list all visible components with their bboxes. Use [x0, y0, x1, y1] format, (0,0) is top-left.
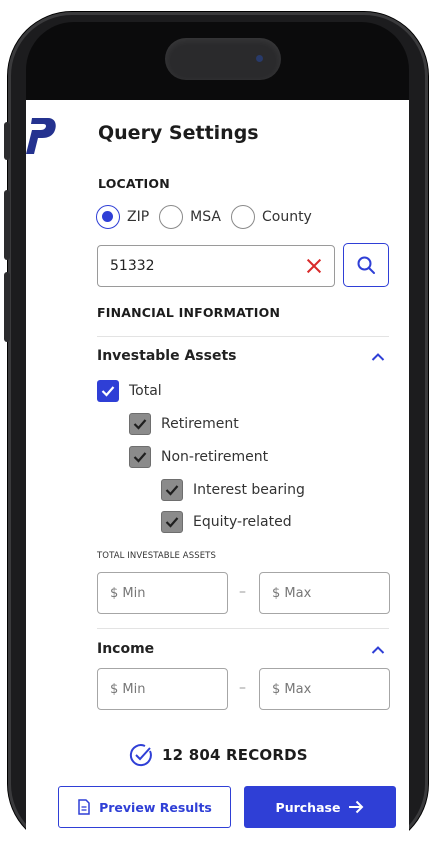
- range-separator: –: [239, 584, 246, 600]
- checkbox-non-retirement-box[interactable]: [129, 446, 151, 468]
- assets-min-field[interactable]: [110, 585, 215, 601]
- income-min-input[interactable]: [97, 668, 228, 710]
- document-icon: [78, 799, 90, 815]
- chevron-up-icon[interactable]: [371, 352, 385, 362]
- phone-volume-down-button: [4, 272, 10, 342]
- checkbox-interest-bearing-box[interactable]: [161, 479, 183, 501]
- search-button[interactable]: [343, 243, 389, 287]
- phone-side-button: [4, 122, 10, 160]
- page-title: Query Settings: [98, 122, 259, 144]
- preview-results-button[interactable]: Preview Results: [58, 786, 231, 828]
- checkbox-equity-related[interactable]: Equity-related: [161, 511, 292, 533]
- income-max-input[interactable]: [259, 668, 390, 710]
- investable-assets-title[interactable]: Investable Assets: [97, 348, 236, 364]
- phone-volume-up-button: [4, 190, 10, 260]
- check-icon: [133, 419, 147, 430]
- check-icon: [165, 517, 179, 528]
- check-icon: [133, 452, 147, 463]
- checkbox-total-label: Total: [129, 383, 162, 399]
- total-investable-assets-label: TOTAL INVESTABLE ASSETS: [97, 551, 216, 561]
- zip-input-value[interactable]: 51332: [110, 258, 306, 274]
- location-label: LOCATION: [98, 176, 170, 191]
- checkbox-non-retirement-label: Non-retirement: [161, 449, 269, 465]
- divider: [97, 336, 389, 337]
- dynamic-island: [165, 38, 281, 80]
- income-max-field[interactable]: [272, 681, 377, 697]
- checkbox-equity-related-label: Equity-related: [193, 514, 292, 530]
- assets-max-input[interactable]: [259, 572, 390, 614]
- income-min-field[interactable]: [110, 681, 215, 697]
- check-circle-icon: [129, 744, 152, 767]
- radio-county-circle[interactable]: [230, 205, 255, 229]
- records-count: 12 804 RECORDS: [162, 746, 308, 764]
- checkbox-total[interactable]: Total: [97, 380, 162, 402]
- purchase-label: Purchase: [275, 799, 341, 815]
- range-separator: –: [239, 680, 246, 696]
- financial-information-label: FINANCIAL INFORMATION: [97, 305, 281, 320]
- checkbox-interest-bearing[interactable]: Interest bearing: [161, 479, 305, 501]
- check-icon: [101, 386, 115, 397]
- radio-zip-label: ZIP: [127, 209, 150, 225]
- radio-msa-circle[interactable]: [159, 205, 184, 229]
- camera-icon: [256, 55, 263, 62]
- radio-msa-label: MSA: [190, 209, 221, 225]
- preview-results-label: Preview Results: [99, 799, 212, 815]
- checkbox-retirement-label: Retirement: [161, 416, 239, 432]
- assets-min-input[interactable]: [97, 572, 228, 614]
- checkbox-non-retirement[interactable]: Non-retirement: [129, 446, 268, 468]
- arrow-right-icon: [349, 800, 364, 814]
- checkbox-interest-bearing-label: Interest bearing: [193, 482, 305, 498]
- logo-icon: [26, 118, 56, 154]
- chevron-up-icon[interactable]: [371, 645, 385, 655]
- records-summary: 12 804 RECORDS: [128, 742, 308, 768]
- radio-zip-circle[interactable]: [96, 205, 120, 229]
- radio-zip[interactable]: ZIP: [96, 205, 149, 229]
- radio-msa[interactable]: MSA: [159, 205, 221, 229]
- zip-input[interactable]: 51332: [97, 245, 335, 287]
- radio-county[interactable]: County: [230, 205, 312, 229]
- assets-max-field[interactable]: [272, 585, 377, 601]
- radio-county-label: County: [261, 209, 312, 225]
- checkbox-total-box[interactable]: [97, 380, 119, 402]
- checkbox-equity-related-box[interactable]: [161, 511, 183, 533]
- purchase-button[interactable]: Purchase: [244, 786, 396, 828]
- divider: [97, 628, 389, 629]
- clear-icon[interactable]: [306, 258, 322, 274]
- income-title[interactable]: Income: [97, 641, 154, 657]
- check-icon: [165, 485, 179, 496]
- checkbox-retirement-box[interactable]: [129, 413, 151, 435]
- checkbox-retirement[interactable]: Retirement: [129, 413, 239, 435]
- search-icon: [357, 256, 375, 274]
- location-radio-group: ZIP MSA County: [96, 204, 322, 230]
